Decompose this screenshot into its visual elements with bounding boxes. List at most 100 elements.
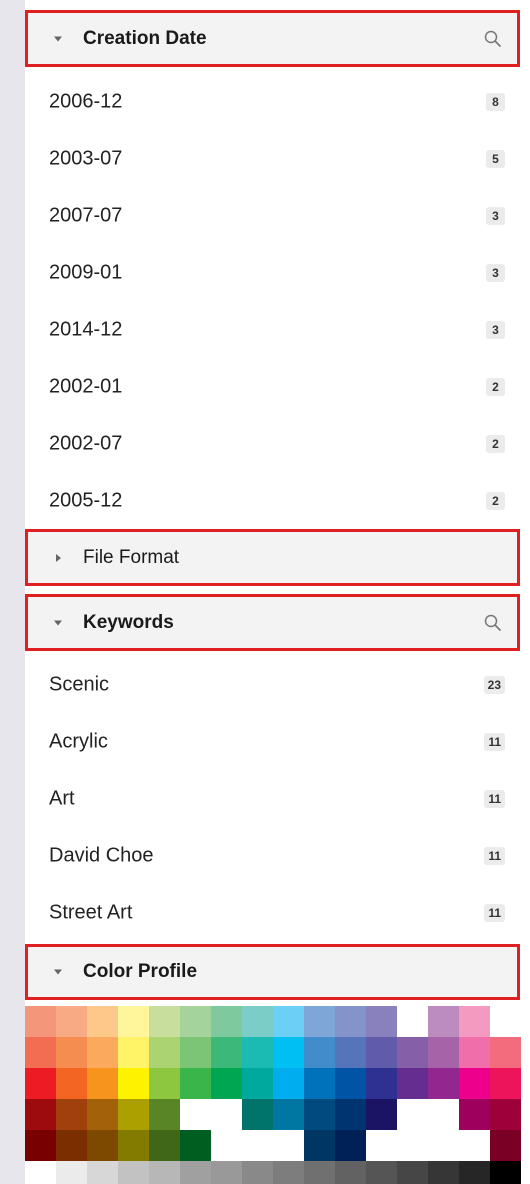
color-swatch[interactable] — [304, 1130, 335, 1161]
color-swatch[interactable] — [211, 1161, 242, 1184]
color-swatch[interactable] — [242, 1006, 273, 1037]
color-swatch[interactable] — [335, 1037, 366, 1068]
color-swatch[interactable] — [490, 1099, 521, 1130]
color-swatch[interactable] — [180, 1099, 211, 1130]
list-item[interactable]: 2002-01 2 — [25, 358, 505, 415]
color-swatch[interactable] — [56, 1130, 87, 1161]
color-swatch[interactable] — [118, 1006, 149, 1037]
color-swatch[interactable] — [428, 1006, 459, 1037]
color-swatch[interactable] — [397, 1006, 428, 1037]
color-swatch[interactable] — [242, 1037, 273, 1068]
color-swatch[interactable] — [304, 1006, 335, 1037]
color-swatch[interactable] — [335, 1006, 366, 1037]
list-item[interactable]: 2006-12 8 — [25, 73, 505, 130]
color-swatch[interactable] — [397, 1161, 428, 1184]
color-swatch[interactable] — [366, 1037, 397, 1068]
color-swatch[interactable] — [335, 1068, 366, 1099]
list-item[interactable]: Scenic 23 — [25, 656, 505, 713]
color-swatch[interactable] — [366, 1068, 397, 1099]
color-swatch[interactable] — [428, 1068, 459, 1099]
color-swatch[interactable] — [304, 1099, 335, 1130]
color-swatch[interactable] — [87, 1130, 118, 1161]
color-swatch[interactable] — [25, 1068, 56, 1099]
color-swatch[interactable] — [273, 1037, 304, 1068]
list-item[interactable]: 2009-01 3 — [25, 244, 505, 301]
list-item[interactable]: 2005-12 2 — [25, 472, 505, 529]
color-swatch[interactable] — [459, 1099, 490, 1130]
color-swatch[interactable] — [149, 1068, 180, 1099]
color-swatch[interactable] — [180, 1161, 211, 1184]
color-swatch[interactable] — [25, 1006, 56, 1037]
color-swatch[interactable] — [366, 1130, 397, 1161]
color-swatch[interactable] — [273, 1099, 304, 1130]
color-swatch[interactable] — [490, 1037, 521, 1068]
color-swatch[interactable] — [459, 1161, 490, 1184]
color-swatch[interactable] — [118, 1161, 149, 1184]
color-swatch[interactable] — [428, 1099, 459, 1130]
color-swatch[interactable] — [428, 1161, 459, 1184]
color-swatch[interactable] — [180, 1068, 211, 1099]
color-swatch[interactable] — [397, 1068, 428, 1099]
color-swatch[interactable] — [25, 1099, 56, 1130]
color-swatch[interactable] — [87, 1161, 118, 1184]
color-profile-header[interactable]: Color Profile — [25, 944, 520, 1000]
color-swatch[interactable] — [304, 1068, 335, 1099]
color-swatch[interactable] — [397, 1099, 428, 1130]
color-swatch[interactable] — [490, 1006, 521, 1037]
color-swatch[interactable] — [335, 1161, 366, 1184]
color-swatch[interactable] — [459, 1130, 490, 1161]
color-swatch[interactable] — [211, 1068, 242, 1099]
color-swatch[interactable] — [118, 1037, 149, 1068]
color-swatch[interactable] — [87, 1006, 118, 1037]
color-swatch[interactable] — [304, 1161, 335, 1184]
color-swatch[interactable] — [273, 1161, 304, 1184]
color-swatch[interactable] — [366, 1099, 397, 1130]
color-swatch[interactable] — [397, 1130, 428, 1161]
list-item[interactable]: 2003-07 5 — [25, 130, 505, 187]
color-swatch[interactable] — [25, 1130, 56, 1161]
color-swatch[interactable] — [149, 1161, 180, 1184]
color-swatch[interactable] — [87, 1037, 118, 1068]
creation-date-header[interactable]: Creation Date — [25, 10, 520, 67]
color-swatch[interactable] — [87, 1068, 118, 1099]
color-swatch[interactable] — [25, 1161, 56, 1184]
color-swatch[interactable] — [180, 1037, 211, 1068]
search-icon[interactable] — [484, 30, 502, 48]
color-swatch[interactable] — [490, 1130, 521, 1161]
color-swatch[interactable] — [149, 1037, 180, 1068]
color-swatch[interactable] — [118, 1099, 149, 1130]
color-swatch[interactable] — [490, 1161, 521, 1184]
color-swatch[interactable] — [366, 1006, 397, 1037]
color-swatch[interactable] — [149, 1006, 180, 1037]
color-swatch[interactable] — [56, 1099, 87, 1130]
color-swatch[interactable] — [428, 1037, 459, 1068]
color-swatch[interactable] — [149, 1130, 180, 1161]
color-swatch[interactable] — [273, 1068, 304, 1099]
color-swatch[interactable] — [428, 1130, 459, 1161]
color-swatch[interactable] — [25, 1037, 56, 1068]
color-swatch[interactable] — [273, 1130, 304, 1161]
color-swatch[interactable] — [242, 1161, 273, 1184]
color-swatch[interactable] — [459, 1006, 490, 1037]
list-item[interactable]: Acrylic 11 — [25, 713, 505, 770]
color-swatch[interactable] — [56, 1161, 87, 1184]
list-item[interactable]: 2014-12 3 — [25, 301, 505, 358]
color-swatch[interactable] — [366, 1161, 397, 1184]
color-swatch[interactable] — [56, 1068, 87, 1099]
color-swatch[interactable] — [242, 1068, 273, 1099]
color-swatch[interactable] — [335, 1099, 366, 1130]
list-item[interactable]: 2002-07 2 — [25, 415, 505, 472]
color-swatch[interactable] — [56, 1037, 87, 1068]
color-swatch[interactable] — [273, 1006, 304, 1037]
color-swatch[interactable] — [180, 1006, 211, 1037]
color-swatch[interactable] — [211, 1099, 242, 1130]
list-item[interactable]: Street Art 11 — [25, 884, 505, 941]
color-swatch[interactable] — [56, 1006, 87, 1037]
color-swatch[interactable] — [211, 1130, 242, 1161]
color-swatch[interactable] — [335, 1130, 366, 1161]
color-swatch[interactable] — [118, 1130, 149, 1161]
color-swatch[interactable] — [242, 1099, 273, 1130]
color-swatch[interactable] — [304, 1037, 335, 1068]
color-swatch[interactable] — [211, 1006, 242, 1037]
color-swatch[interactable] — [459, 1037, 490, 1068]
